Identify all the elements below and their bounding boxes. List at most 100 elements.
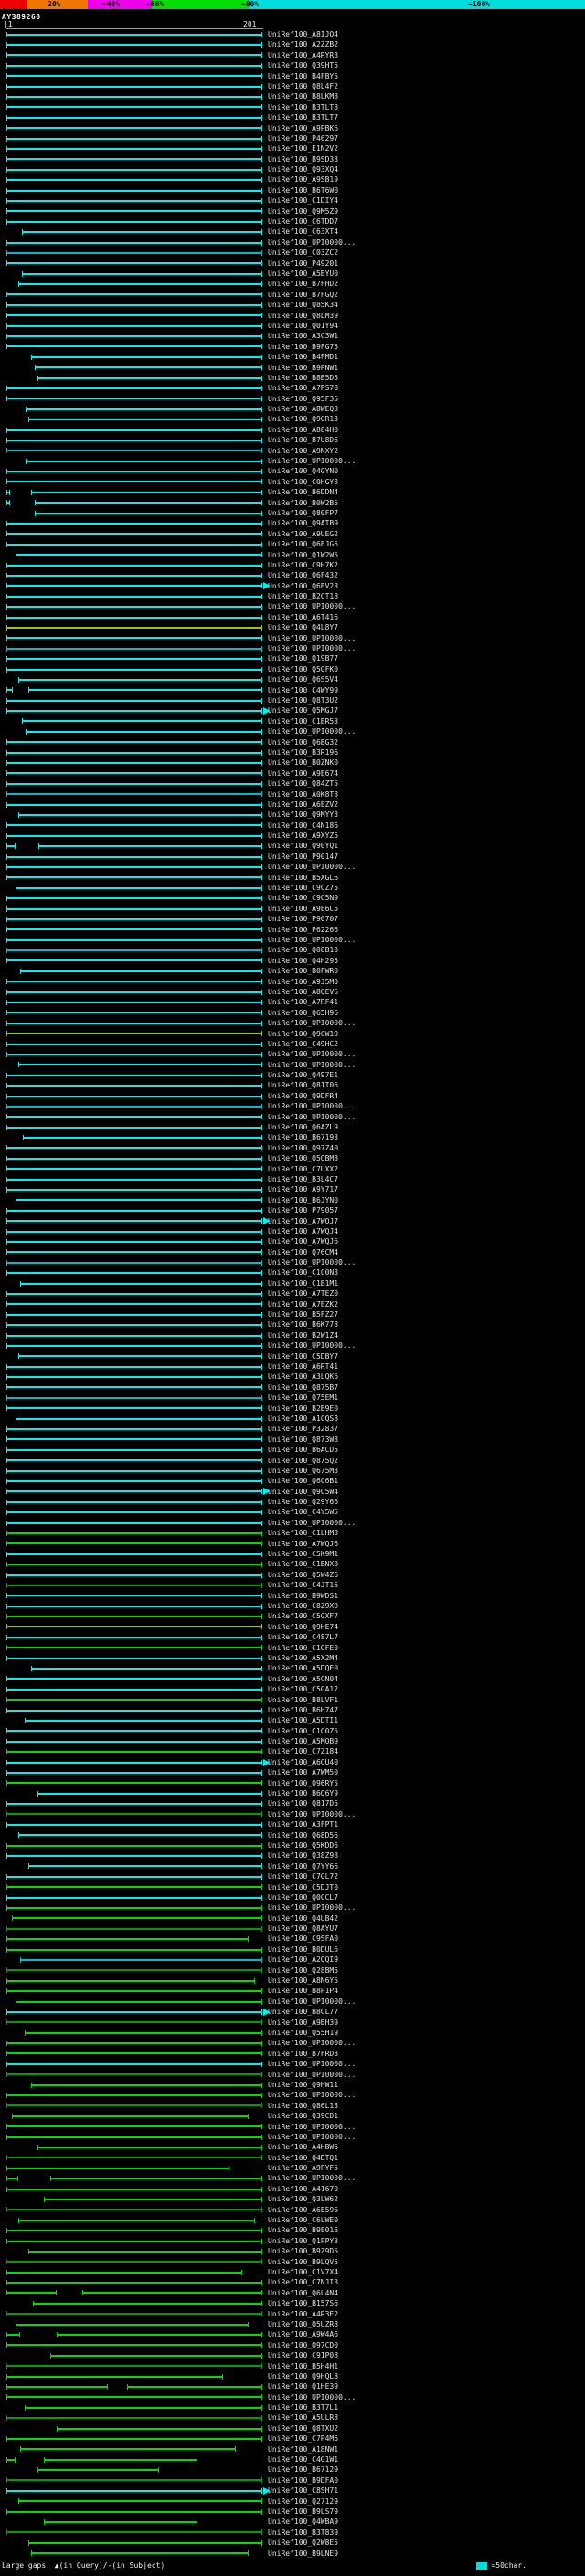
hit-row[interactable]: UniRef100_Q8TXU2 (0, 2423, 585, 2433)
hit-label[interactable]: UniRef100_Q8T3U2 (268, 695, 338, 705)
hit-label[interactable]: UniRef100_Q8LM39 (268, 311, 338, 321)
hit-row[interactable]: UniRef100_A5MQB9 (0, 1736, 585, 1746)
hit-label[interactable]: UniRef100_B9WDS1 (268, 1591, 338, 1601)
hit-label[interactable]: UniRef100_P79057 (268, 1205, 338, 1215)
hit-row[interactable]: UniRef100_C63XT4 (0, 227, 585, 237)
hit-label[interactable]: UniRef100_B2B9E0 (268, 1404, 338, 1414)
hit-row[interactable]: UniRef100_A3FPT1 (0, 1819, 585, 1829)
hit-label[interactable]: UniRef100_B9FG75 (268, 342, 338, 352)
hit-bar[interactable] (6, 1905, 262, 1911)
hit-bar[interactable] (6, 1582, 262, 1588)
hit-label[interactable]: UniRef100_A6T416 (268, 612, 338, 622)
hit-bar[interactable] (6, 1207, 262, 1214)
hit-bar[interactable] (15, 1998, 263, 2005)
hit-row[interactable]: UniRef100_A9Y717 (0, 1184, 585, 1194)
hit-bar[interactable] (17, 1062, 263, 1068)
hit-bar[interactable] (6, 2072, 262, 2078)
hit-bar[interactable] (6, 1769, 262, 1776)
hit-bar[interactable] (6, 31, 262, 37)
hit-bar[interactable] (6, 2019, 262, 2026)
hit-bar[interactable] (6, 2477, 262, 2484)
hit-label[interactable]: UniRef100_A5MQB9 (268, 1736, 338, 1746)
hit-bar[interactable] (6, 2280, 262, 2286)
hit-row[interactable]: UniRef100_Q6L4N4 (0, 2288, 585, 2298)
hit-label[interactable]: UniRef100_B3TLT7 (268, 112, 338, 122)
hit-bar[interactable] (37, 1790, 263, 1797)
hit-label[interactable]: UniRef100_Q93XQ4 (268, 164, 338, 175)
hit-label[interactable]: UniRef100_Q1HE39 (268, 2381, 338, 2391)
hit-bar[interactable] (30, 354, 263, 360)
hit-row[interactable]: UniRef100_B2W1Z4 (0, 1330, 585, 1341)
hit-row[interactable]: UniRef100_A9J5M0 (0, 977, 585, 987)
hit-label[interactable]: UniRef100_C6TDD7 (268, 217, 338, 227)
hit-row[interactable]: UniRef100_Q9CW19 (0, 1029, 585, 1039)
hit-label[interactable]: UniRef100_B5FZ27 (268, 1309, 338, 1320)
hit-bar[interactable] (6, 1187, 262, 1193)
hit-row[interactable]: UniRef100_C4G1W1 (0, 2454, 585, 2465)
hit-bar[interactable] (6, 906, 262, 912)
hit-label[interactable]: UniRef100_Q9CW19 (268, 1029, 338, 1039)
hit-row[interactable]: UniRef100_A3LQK6 (0, 1372, 585, 1382)
hit-bar[interactable] (15, 552, 263, 558)
hit-row[interactable]: UniRef100_Q5W4Z6 (0, 1570, 585, 1580)
hit-label[interactable]: UniRef100_B8LKM8 (268, 91, 338, 101)
hit-label[interactable]: UniRef100_C1B1M1 (268, 1278, 338, 1288)
hit-row[interactable]: UniRef100_B9E016 (0, 2225, 585, 2235)
hit-row[interactable]: UniRef100_B0FWR0 (0, 966, 585, 976)
hit-bar[interactable] (6, 1239, 262, 1245)
hit-label[interactable]: UniRef100_P90707 (268, 914, 338, 924)
hit-bar[interactable] (6, 2435, 262, 2442)
hit-bar[interactable] (20, 968, 262, 974)
hit-label[interactable]: UniRef100_Q2W8E5 (268, 2538, 338, 2548)
hit-label[interactable]: UniRef100_Q497E1 (268, 1070, 338, 1080)
hit-label[interactable]: UniRef100_B8P1P4 (268, 1986, 338, 1996)
hit-label[interactable]: UniRef100_Q5UZR8 (268, 2319, 338, 2329)
hit-row[interactable]: UniRef100_B3TLT8 (0, 102, 585, 112)
hit-bar[interactable] (6, 656, 262, 663)
hit-row[interactable]: UniRef100_C5DJT0 (0, 1882, 585, 1892)
hit-label[interactable]: UniRef100_C91P08 (268, 2350, 338, 2360)
hit-label[interactable]: UniRef100_B2W1Z4 (268, 1330, 338, 1341)
hit-row[interactable]: UniRef100_C7UXX2 (0, 1164, 585, 1174)
hit-label[interactable]: UniRef100_B5H4H1 (268, 2361, 338, 2371)
hit-row[interactable]: UniRef100_B6DDN4 (0, 487, 585, 497)
hit-row[interactable]: UniRef100_B9SD33 (0, 154, 585, 164)
hit-bar[interactable] (81, 2290, 263, 2296)
hit-bar[interactable] (6, 1072, 262, 1078)
hit-label[interactable]: UniRef100_A8WEQ3 (268, 404, 338, 414)
hit-row[interactable]: UniRef100_Q8AYU7 (0, 1924, 585, 1934)
hit-row[interactable]: UniRef100_B0DUL6 (0, 1945, 585, 1955)
hit-row[interactable]: UniRef100_Q5KDD6 (0, 1840, 585, 1850)
hit-label[interactable]: UniRef100_Q0CCL7 (268, 1892, 338, 1903)
hit-label[interactable]: UniRef100_C487L7 (268, 1632, 338, 1642)
hit-label[interactable]: UniRef100_Q9DFR4 (268, 1091, 338, 1101)
hit-bar[interactable] (6, 1145, 262, 1151)
hit-bar[interactable] (6, 1645, 262, 1651)
hit-bar[interactable] (6, 1322, 262, 1329)
hit-bar[interactable] (6, 1458, 262, 1464)
hit-bar[interactable] (27, 687, 263, 694)
hit-row[interactable]: UniRef100_P62266 (0, 925, 585, 935)
hit-row[interactable]: UniRef100_B9LQV5 (0, 2257, 585, 2267)
hit-bar[interactable] (6, 1624, 262, 1630)
hit-bar[interactable] (6, 2342, 262, 2348)
hit-row[interactable]: UniRef100_B6Q6Y9 (0, 1788, 585, 1798)
hit-row[interactable]: UniRef100_B7FRD3 (0, 2049, 585, 2059)
hit-row[interactable]: UniRef100_A7PS70 (0, 383, 585, 393)
hit-label[interactable]: UniRef100_B3R196 (268, 747, 338, 758)
hit-bar[interactable] (37, 375, 263, 381)
hit-label[interactable]: UniRef100_Q5KDD6 (268, 1840, 338, 1850)
hit-bar[interactable] (6, 2311, 262, 2317)
hit-row[interactable]: UniRef100_Q4GYN0 (0, 466, 585, 476)
hit-row[interactable]: UniRef100_C7Z184 (0, 1746, 585, 1756)
hit-label[interactable]: UniRef100_UPI0000... (268, 1997, 356, 2007)
hit-row[interactable]: UniRef100_B4FBY5 (0, 71, 585, 81)
hit-bar[interactable] (6, 521, 262, 527)
hit-label[interactable]: UniRef100_UPI0000... (268, 2059, 356, 2069)
hit-row[interactable]: UniRef100_UPI0000... (0, 726, 585, 737)
hit-row[interactable]: UniRef100_UPI0000... (0, 862, 585, 872)
hit-label[interactable]: UniRef100_Q5GFK0 (268, 664, 338, 674)
hit-label[interactable]: UniRef100_Q5MGJ7 (268, 705, 338, 716)
hit-label[interactable]: UniRef100_C9C5N9 (268, 893, 338, 903)
hit-row[interactable]: UniRef100_B7FHD2 (0, 279, 585, 289)
